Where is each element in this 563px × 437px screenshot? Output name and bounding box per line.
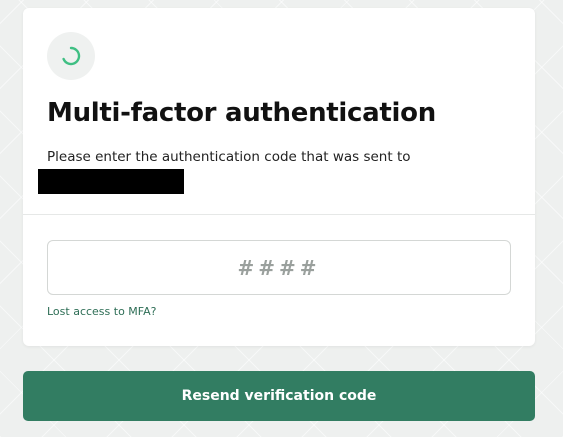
resend-code-button[interactable]: Resend verification code bbox=[23, 371, 535, 421]
redacted-email bbox=[38, 169, 184, 194]
lost-access-link[interactable]: Lost access to MFA? bbox=[47, 305, 156, 318]
page-title: Multi-factor authentication bbox=[47, 98, 436, 128]
verification-code-input[interactable] bbox=[47, 240, 511, 295]
instruction-text: Please enter the authentication code tha… bbox=[47, 149, 411, 165]
loading-spinner-badge bbox=[47, 32, 95, 80]
mfa-card: Multi-factor authentication Please enter… bbox=[23, 8, 535, 346]
divider bbox=[23, 214, 535, 215]
loading-spinner-icon bbox=[62, 46, 81, 66]
